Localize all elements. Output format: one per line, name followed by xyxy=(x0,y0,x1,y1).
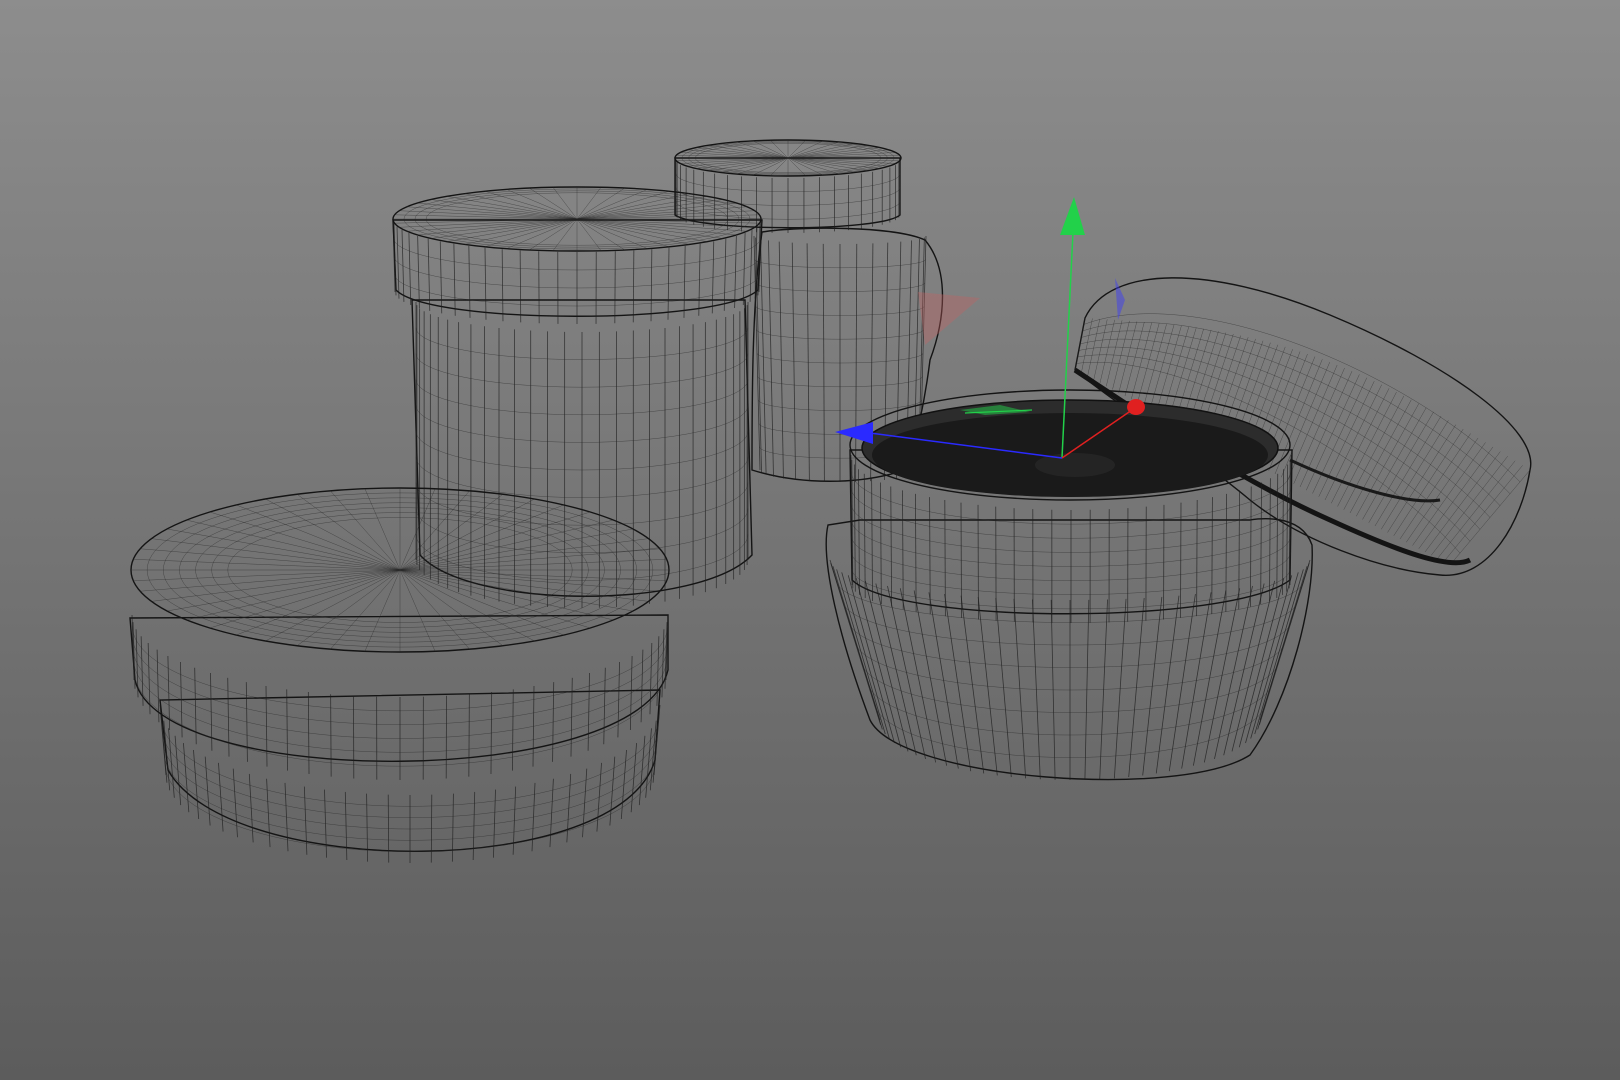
flat-jar-lid-top-wireframe xyxy=(131,488,669,652)
tall-jar-lid-top-wireframe xyxy=(393,187,761,251)
gizmo-x-arrow-handle[interactable] xyxy=(1127,399,1145,415)
viewport-canvas[interactable] xyxy=(0,0,1620,1080)
bulb-jar-lid-top-wireframe xyxy=(675,140,901,176)
3d-viewport[interactable] xyxy=(0,0,1620,1080)
